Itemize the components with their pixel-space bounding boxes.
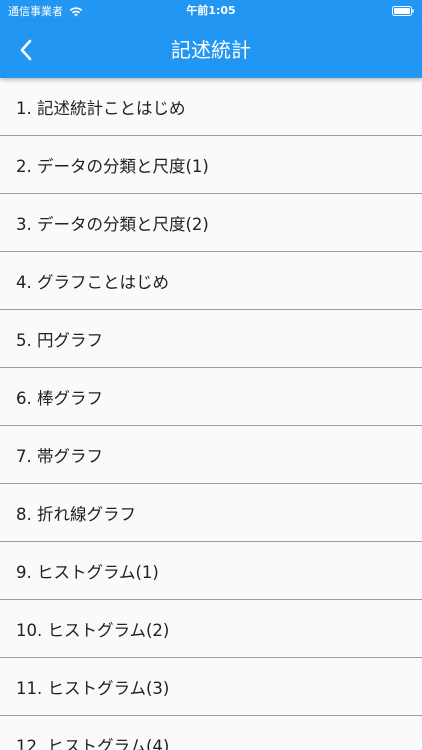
screen: 通信事業者 午前1:05 記述統計 1. 記述統計ことはじめ 2. データの分類… (0, 0, 422, 750)
list-item-label: 4. グラフことはじめ (16, 272, 169, 292)
list-item-label: 12. ヒストグラム(4) (16, 736, 170, 750)
list-item[interactable]: 6. 棒グラフ (0, 368, 422, 426)
list-item[interactable]: 1. 記述統計ことはじめ (0, 78, 422, 136)
list-item-label: 3. データの分類と尺度(2) (16, 214, 209, 234)
list-item[interactable]: 12. ヒストグラム(4) (0, 716, 422, 750)
page-title: 記述統計 (171, 38, 251, 62)
battery-icon (392, 6, 414, 16)
list-item-label: 5. 円グラフ (16, 330, 103, 350)
status-time: 午前1:05 (186, 4, 236, 17)
list-item[interactable]: 9. ヒストグラム(1) (0, 542, 422, 600)
list-item[interactable]: 3. データの分類と尺度(2) (0, 194, 422, 252)
status-bar: 通信事業者 午前1:05 (0, 0, 422, 22)
list-item[interactable]: 2. データの分類と尺度(1) (0, 136, 422, 194)
list-item[interactable]: 11. ヒストグラム(3) (0, 658, 422, 716)
list-item-label: 9. ヒストグラム(1) (16, 562, 159, 582)
list-item[interactable]: 10. ヒストグラム(2) (0, 600, 422, 658)
chapter-list: 1. 記述統計ことはじめ 2. データの分類と尺度(1) 3. データの分類と尺… (0, 78, 422, 750)
list-item[interactable]: 7. 帯グラフ (0, 426, 422, 484)
list-item-label: 2. データの分類と尺度(1) (16, 156, 209, 176)
list-item-label: 6. 棒グラフ (16, 388, 103, 408)
list-item-label: 8. 折れ線グラフ (16, 504, 136, 524)
app-bar: 記述統計 (0, 22, 422, 78)
list-item-label: 1. 記述統計ことはじめ (16, 98, 186, 118)
list-item-label: 10. ヒストグラム(2) (16, 620, 170, 640)
list-item[interactable]: 8. 折れ線グラフ (0, 484, 422, 542)
list-item[interactable]: 5. 円グラフ (0, 310, 422, 368)
list-item-label: 11. ヒストグラム(3) (16, 678, 170, 698)
list-item[interactable]: 4. グラフことはじめ (0, 252, 422, 310)
list-item-label: 7. 帯グラフ (16, 446, 103, 466)
